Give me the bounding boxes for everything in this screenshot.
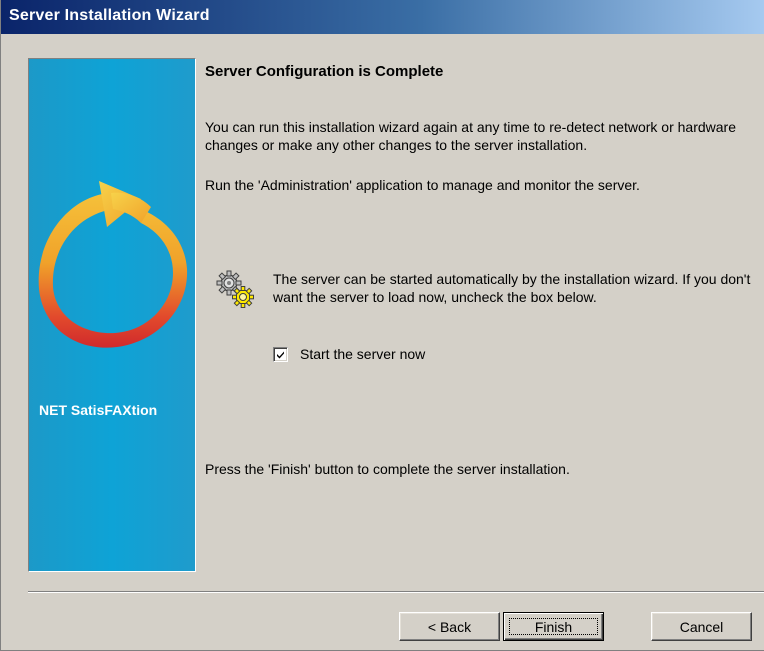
page-heading: Server Configuration is Complete [205,63,444,80]
cancel-button-label: Cancel [679,618,724,635]
back-button[interactable]: < Back [399,612,500,641]
start-server-checkbox[interactable] [273,346,288,362]
start-server-label[interactable]: Start the server now [300,346,425,362]
wizard-window: Server Installation Wizard NET SatisFAXt… [0,0,764,651]
cancel-button[interactable]: Cancel [651,612,752,641]
footer-divider [28,591,764,593]
checkmark-icon [277,351,284,358]
auto-start-info: The server can be started automatically … [273,271,751,305]
intro-paragraph: You can run this installation wizard aga… [205,119,736,153]
circular-arrow-logo-icon [38,181,188,348]
finish-button[interactable]: Finish [503,612,604,641]
side-banner: NET SatisFAXtion [28,58,196,572]
brand-name: NET SatisFAXtion [39,402,158,418]
start-server-option[interactable]: Start the server now [273,345,425,363]
title-bar[interactable]: Server Installation Wizard [1,0,764,34]
back-button-label: < Back [427,618,472,635]
window-title: Server Installation Wizard [9,7,210,24]
finish-button-label: Finish [534,618,573,635]
gears-icon [216,270,254,308]
finish-instruction: Press the 'Finish' button to complete th… [205,461,570,477]
administration-paragraph: Run the 'Administration' application to … [205,177,640,193]
